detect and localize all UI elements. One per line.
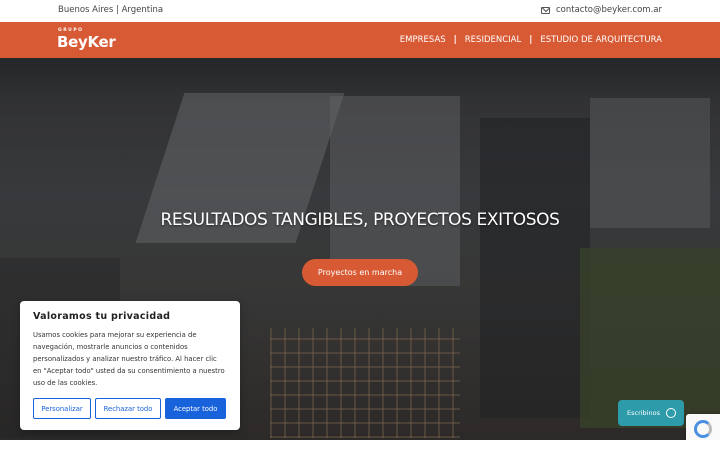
cookie-buttons: Personalizar Rechazar todo Aceptar todo [33, 398, 226, 419]
whatsapp-label: Escribinos [627, 409, 660, 417]
nav-item-estudio-arquitectura[interactable]: ESTUDIO DE ARQUITECTURA [540, 35, 662, 45]
cookie-title: Valoramos tu privacidad [33, 311, 171, 322]
whatsapp-icon [666, 408, 676, 418]
contact-email-text: contacto@beyker.com.ar [556, 5, 662, 15]
nav-separator: | [529, 35, 533, 45]
cookie-consent-dialog: Valoramos tu privacidad Usamos cookies p… [20, 301, 240, 430]
nav-item-residencial[interactable]: RESIDENCIAL [465, 35, 521, 45]
hero-title: RESULTADOS TANGIBLES, PROYECTOS EXITOSOS [160, 210, 560, 230]
nav-item-empresas[interactable]: EMPRESAS [400, 35, 446, 45]
main-header: GRUPO BeyKer EMPRESAS | RESIDENCIAL | ES… [0, 22, 720, 58]
main-nav: EMPRESAS | RESIDENCIAL | ESTUDIO DE ARQU… [400, 35, 662, 45]
contact-email-link[interactable]: contacto@beyker.com.ar [541, 5, 662, 15]
page-bottom-strip [0, 440, 720, 450]
beyker-logo[interactable]: GRUPO BeyKer [57, 28, 116, 51]
cookie-accept-button[interactable]: Aceptar todo [165, 398, 226, 419]
location-text: Buenos Aires | Argentina [58, 5, 164, 15]
top-info-bar: Buenos Aires | Argentina contacto@beyker… [0, 0, 720, 22]
cookie-reject-button[interactable]: Rechazar todo [95, 398, 161, 419]
cookie-text: Usamos cookies para mejorar su experienc… [33, 331, 225, 387]
cookie-customize-button[interactable]: Personalizar [33, 398, 91, 419]
recaptcha-icon [694, 420, 712, 438]
whatsapp-chat-button[interactable]: Escribinos [618, 400, 684, 426]
envelope-icon [541, 6, 550, 14]
logo-brand-text: BeyKer [57, 32, 116, 51]
nav-separator: | [453, 35, 457, 45]
proyectos-en-marcha-button[interactable]: Proyectos en marcha [302, 259, 418, 286]
